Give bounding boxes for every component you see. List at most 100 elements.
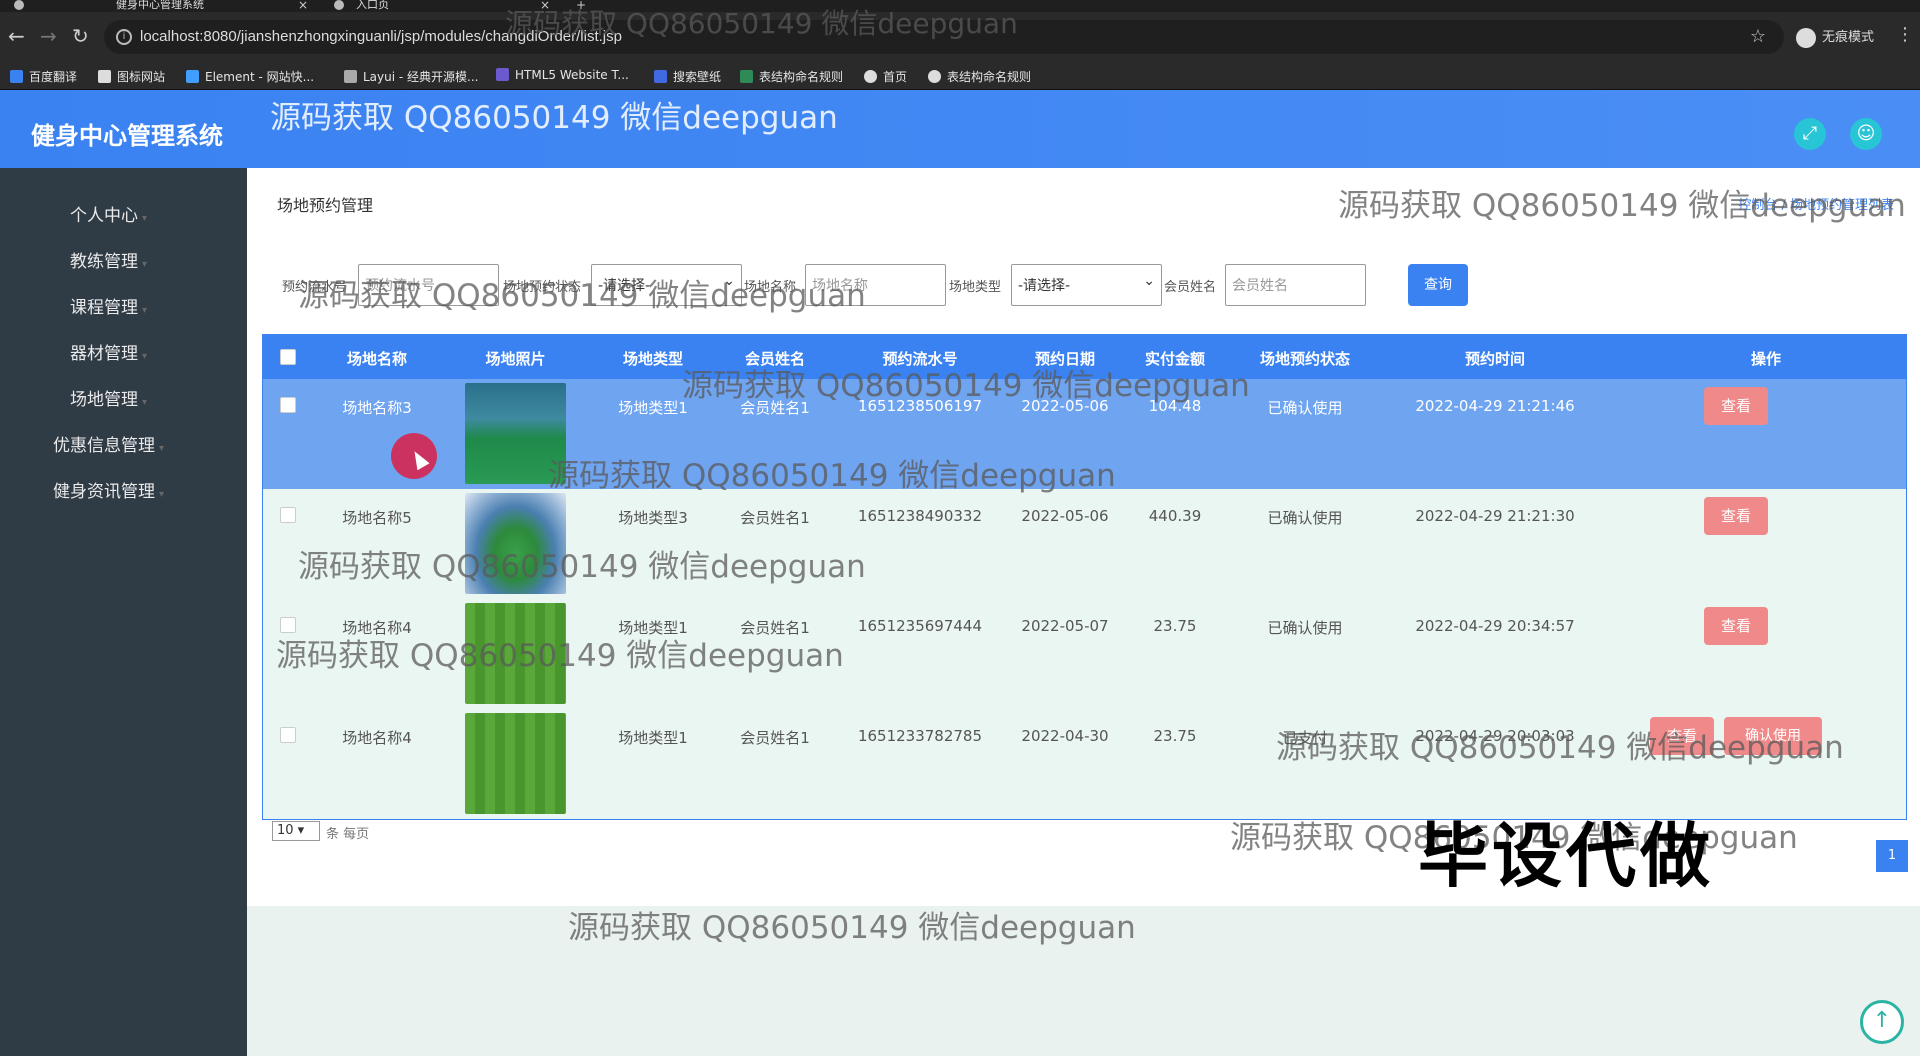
sidebar-item-equipment[interactable]: 器材管理 ▾ bbox=[0, 339, 217, 364]
tab-second[interactable]: 入口页 bbox=[356, 0, 389, 12]
sidebar-item-venue[interactable]: 场地管理 ▾ bbox=[0, 385, 217, 410]
site-info-icon[interactable]: i bbox=[116, 29, 132, 45]
view-button[interactable]: 查看 bbox=[1650, 717, 1714, 755]
page-size-select[interactable]: 10 ▾ bbox=[272, 821, 320, 841]
sidebar-item-profile[interactable]: 个人中心 ▾ bbox=[0, 201, 217, 226]
view-button[interactable]: 查看 bbox=[1704, 497, 1768, 535]
row-checkbox[interactable] bbox=[280, 727, 296, 743]
member-name-input[interactable]: 会员姓名 bbox=[1225, 264, 1366, 306]
venue-name-label: 场地名称 bbox=[744, 280, 797, 295]
bookmark-label: 表结构命名规则 bbox=[947, 70, 1032, 84]
cell-status: 已支付 bbox=[1282, 729, 1328, 747]
sidebar-item-discount[interactable]: 优惠信息管理 ▾ bbox=[0, 431, 217, 456]
order-no-input[interactable]: 预约流水号 bbox=[358, 264, 499, 306]
watermark-big: 毕设代做 bbox=[1418, 815, 1714, 897]
table-header: 场地名称 场地照片 场地类型 会员姓名 预约流水号 预约日期 实付金额 场地预约… bbox=[263, 335, 1906, 379]
bookmark-item[interactable]: 表结构命名规则 bbox=[928, 68, 1031, 85]
cell-venue-name: 场地名称4 bbox=[342, 729, 412, 747]
search-button[interactable]: 查询 bbox=[1408, 264, 1468, 306]
bookmark-icon bbox=[654, 70, 667, 83]
bookmark-icon bbox=[10, 70, 23, 83]
address-bar: ← → ↻ i localhost:8080/jianshenzhongxing… bbox=[0, 12, 1920, 62]
incognito-icon bbox=[1796, 27, 1816, 48]
view-button[interactable]: 查看 bbox=[1704, 387, 1768, 425]
header-venue-type: 场地类型 bbox=[622, 350, 683, 368]
table-row[interactable]: 场地名称4 场地类型1 会员姓名1 1651235697444 2022-05-… bbox=[263, 599, 1906, 709]
row-checkbox[interactable] bbox=[280, 507, 296, 523]
venue-type-select[interactable]: -请选择- ⌄ bbox=[1011, 264, 1162, 306]
bookmark-star-icon[interactable]: ☆ bbox=[1750, 26, 1766, 47]
venue-name-input[interactable]: 场地名称 bbox=[805, 264, 946, 306]
expand-icon[interactable]: ⤢ bbox=[1794, 118, 1826, 150]
row-checkbox[interactable] bbox=[280, 397, 296, 413]
back-icon[interactable]: ← bbox=[8, 26, 25, 46]
bookmark-item[interactable]: 图标网站 bbox=[98, 68, 165, 85]
view-button[interactable]: 查看 bbox=[1704, 607, 1768, 645]
cell-amount: 440.39 bbox=[1148, 507, 1202, 525]
breadcrumb[interactable]: 控制台 / 场地预约管理列表 bbox=[1738, 194, 1894, 213]
confirm-use-button[interactable]: 确认使用 bbox=[1724, 717, 1822, 755]
row-checkbox[interactable] bbox=[280, 617, 296, 633]
bookmark-label: Layui - 经典开源模... bbox=[363, 70, 479, 84]
url-field[interactable]: i localhost:8080/jianshenzhongxinguanli/… bbox=[104, 20, 1784, 54]
sidebar-item-course[interactable]: 课程管理 ▾ bbox=[0, 293, 217, 318]
bookmark-item[interactable]: 表结构命名规则 bbox=[740, 68, 843, 85]
cell-venue-type: 场地类型1 bbox=[618, 619, 688, 637]
bookmark-icon bbox=[98, 70, 111, 83]
table-row[interactable]: 场地名称5 场地类型3 会员姓名1 1651238490332 2022-05-… bbox=[263, 489, 1906, 599]
tab-close-icon[interactable]: × bbox=[298, 0, 308, 12]
header-order-no: 预约流水号 bbox=[882, 350, 958, 368]
header-amount: 实付金额 bbox=[1144, 350, 1205, 368]
bookmark-item[interactable]: 百度翻译 bbox=[10, 68, 77, 85]
sidebar-item-label: 个人中心 bbox=[69, 206, 138, 226]
bookmark-label: HTML5 Website T... bbox=[515, 68, 629, 82]
cell-venue-name: 场地名称4 bbox=[342, 619, 412, 637]
select-all-checkbox[interactable] bbox=[280, 349, 296, 365]
tab-close-icon[interactable]: × bbox=[540, 0, 550, 12]
header-venue-name: 场地名称 bbox=[346, 350, 407, 368]
cell-member-name: 会员姓名1 bbox=[740, 619, 810, 637]
page-number-button[interactable]: 1 bbox=[1876, 840, 1908, 872]
cell-member-name: 会员姓名1 bbox=[740, 399, 810, 417]
browser-menu-icon[interactable]: ⋮ bbox=[1896, 24, 1914, 45]
reload-icon[interactable]: ↻ bbox=[72, 26, 89, 46]
cell-status: 已确认使用 bbox=[1267, 619, 1343, 637]
table-row[interactable]: 场地名称3 场地类型1 会员姓名1 1651238506197 2022-05-… bbox=[263, 379, 1906, 489]
forward-icon[interactable]: → bbox=[40, 26, 57, 46]
header-actions: 操作 bbox=[1750, 350, 1781, 368]
orders-table: 场地名称 场地照片 场地类型 会员姓名 预约流水号 预约日期 实付金额 场地预约… bbox=[262, 334, 1907, 820]
tab-active[interactable]: 健身中心管理系统 bbox=[116, 0, 204, 12]
cell-order-date: 2022-05-06 bbox=[1021, 507, 1109, 525]
bookmark-item[interactable]: Layui - 经典开源模... bbox=[344, 68, 478, 85]
scroll-top-icon[interactable]: ↑ bbox=[1860, 1000, 1904, 1044]
sidebar-item-label: 课程管理 bbox=[69, 298, 138, 318]
new-tab-icon[interactable]: + bbox=[576, 0, 586, 12]
venue-photo-image bbox=[465, 713, 566, 814]
incognito-indicator[interactable]: 无痕模式 bbox=[1796, 26, 1874, 48]
chevron-down-icon: ⌄ bbox=[723, 273, 735, 289]
cell-order-no: 1651238506197 bbox=[857, 397, 983, 415]
bookmark-item[interactable]: HTML5 Website T... bbox=[496, 68, 629, 82]
bookmark-item[interactable]: 首页 bbox=[864, 68, 907, 85]
url-text[interactable]: localhost:8080/jianshenzhongxinguanli/js… bbox=[140, 28, 622, 45]
user-icon[interactable]: ☺ bbox=[1850, 118, 1882, 150]
status-select[interactable]: -请选择- ⌄ bbox=[591, 264, 742, 306]
chevron-icon: ▾ bbox=[141, 213, 148, 224]
cell-status: 已确认使用 bbox=[1267, 509, 1343, 527]
bookmark-item[interactable]: 搜索壁纸 bbox=[654, 68, 721, 85]
chevron-icon: ▾ bbox=[141, 397, 148, 408]
sidebar-item-label: 教练管理 bbox=[69, 252, 138, 272]
sidebar-item-coach[interactable]: 教练管理 ▾ bbox=[0, 247, 217, 272]
app-header: 健身中心管理系统 ⤢ ☺ bbox=[0, 90, 1920, 168]
sidebar-item-label: 器材管理 bbox=[69, 344, 138, 364]
order-no-label: 预约流水号 bbox=[282, 280, 348, 295]
bookmark-item[interactable]: Element - 网站快... bbox=[186, 68, 314, 85]
sidebar-item-news[interactable]: 健身资讯管理 ▾ bbox=[0, 477, 217, 502]
sidebar-item-label: 健身资讯管理 bbox=[52, 482, 155, 502]
bookmark-label: 表结构命名规则 bbox=[759, 70, 844, 84]
bookmark-icon bbox=[496, 68, 509, 81]
bookmark-icon bbox=[344, 70, 357, 83]
cell-order-time: 2022-04-29 20:34:57 bbox=[1415, 617, 1575, 635]
cell-order-time: 2022-04-29 20:03:03 bbox=[1415, 727, 1575, 745]
bookmarks-bar: 百度翻译 图标网站 Element - 网站快... Layui - 经典开源模… bbox=[0, 62, 1920, 90]
